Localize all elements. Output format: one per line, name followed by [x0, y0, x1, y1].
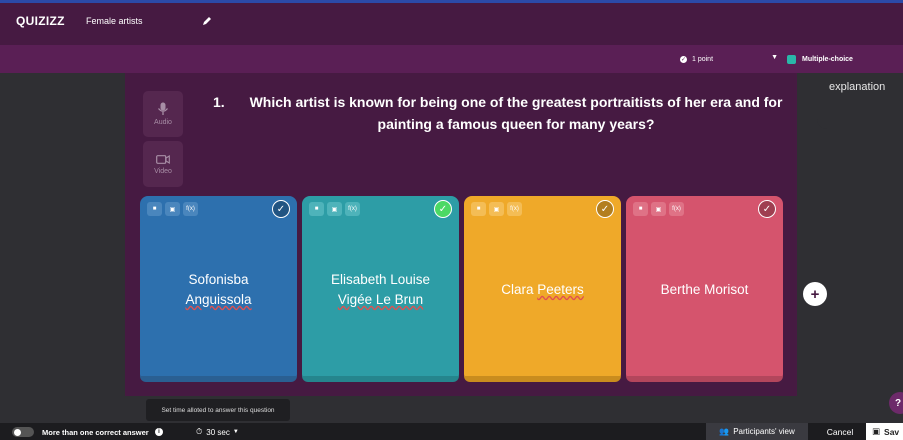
add-answer-button[interactable]: +	[803, 282, 827, 306]
question-type-dropdown[interactable]: Multiple-choice	[787, 51, 903, 67]
explanation-tab[interactable]: explanation	[817, 73, 903, 129]
answer-toolbar: ■ ▣ f(x)	[309, 202, 360, 216]
delete-icon[interactable]: ■	[309, 202, 324, 216]
answer-text[interactable]: Elisabeth Louise Vigée Le Brun	[310, 270, 451, 310]
points-dropdown[interactable]: ✓ 1 point ▼	[680, 51, 780, 67]
info-icon[interactable]: i	[155, 428, 163, 436]
question-number: 1.	[213, 94, 225, 110]
caret-down-icon: ▼	[771, 54, 778, 61]
answer-option-1[interactable]: ■ ▣ f(x) ✓ Sofonisba Anguissola	[140, 196, 297, 382]
answer-text[interactable]: Berthe Morisot	[634, 280, 775, 300]
answer-toolbar: ■ ▣ f(x)	[147, 202, 198, 216]
pencil-icon[interactable]	[200, 14, 214, 28]
formula-icon[interactable]: f(x)	[507, 202, 522, 216]
check-circle-icon: ✓	[680, 55, 687, 63]
image-icon[interactable]: ▣	[489, 202, 504, 216]
video-label: Video	[154, 167, 172, 175]
explanation-label: explanation	[829, 81, 886, 93]
time-limit-dropdown[interactable]: ⏱ 30 sec ▼	[196, 427, 239, 437]
delete-icon[interactable]: ■	[147, 202, 162, 216]
formula-icon[interactable]: f(x)	[669, 202, 684, 216]
question-type-value: Multiple-choice	[802, 55, 853, 63]
image-icon[interactable]: ▣	[327, 202, 342, 216]
microphone-icon	[157, 102, 169, 115]
answer-text[interactable]: Sofonisba Anguissola	[148, 270, 289, 310]
multiple-correct-label: More than one correct answer	[42, 428, 149, 437]
multiple-choice-icon	[787, 54, 796, 64]
video-camera-icon	[156, 154, 170, 164]
correct-answer-check-icon[interactable]: ✓	[272, 200, 290, 218]
save-icon: ▣	[872, 426, 881, 436]
correct-answer-check-icon[interactable]: ✓	[434, 200, 452, 218]
card-bottom-edge	[626, 376, 783, 382]
card-bottom-edge	[464, 376, 621, 382]
caret-down-icon: ▼	[232, 429, 239, 435]
correct-answer-check-icon[interactable]: ✓	[758, 200, 776, 218]
formula-icon[interactable]: f(x)	[345, 202, 360, 216]
question-text: Which artist is known for being one of t…	[249, 94, 783, 132]
quiz-title[interactable]: Female artists	[86, 16, 143, 26]
people-icon: 👥	[719, 427, 730, 436]
save-label: Sav	[884, 426, 900, 437]
image-icon[interactable]: ▣	[165, 202, 180, 216]
answer-toolbar: ■ ▣ f(x)	[471, 202, 522, 216]
answer-option-2[interactable]: ■ ▣ f(x) ✓ Elisabeth Louise Vigée Le Bru…	[302, 196, 459, 382]
answer-option-3[interactable]: ■ ▣ f(x) ✓ Clara Peeters	[464, 196, 621, 382]
save-button[interactable]: ▣ Sav	[866, 423, 903, 440]
help-button[interactable]: ?	[889, 392, 903, 414]
audio-button[interactable]: Audio	[143, 91, 183, 137]
delete-icon[interactable]: ■	[633, 202, 648, 216]
image-icon[interactable]: ▣	[651, 202, 666, 216]
time-limit-value: 30 sec	[206, 427, 230, 437]
answer-toolbar: ■ ▣ f(x)	[633, 202, 684, 216]
time-tooltip: Set time alloted to answer this question	[146, 399, 290, 421]
participants-view-label: Participants' view	[733, 427, 795, 436]
formula-icon[interactable]: f(x)	[183, 202, 198, 216]
participants-view-button[interactable]: 👥 Participants' view	[706, 423, 808, 440]
stopwatch-icon: ⏱	[196, 427, 203, 436]
quizizz-logo[interactable]: QUIZIZZ	[16, 14, 65, 28]
video-button[interactable]: Video	[143, 141, 183, 187]
card-bottom-edge	[140, 376, 297, 382]
delete-icon[interactable]: ■	[471, 202, 486, 216]
correct-answer-check-icon[interactable]: ✓	[596, 200, 614, 218]
audio-label: Audio	[154, 119, 172, 126]
answer-text[interactable]: Clara Peeters	[472, 280, 613, 300]
answer-option-4[interactable]: ■ ▣ f(x) ✓ Berthe Morisot	[626, 196, 783, 382]
cancel-button[interactable]: Cancel	[818, 423, 862, 440]
multiple-correct-toggle[interactable]	[12, 427, 34, 437]
card-bottom-edge	[302, 376, 459, 382]
points-value: 1 point	[692, 55, 714, 63]
